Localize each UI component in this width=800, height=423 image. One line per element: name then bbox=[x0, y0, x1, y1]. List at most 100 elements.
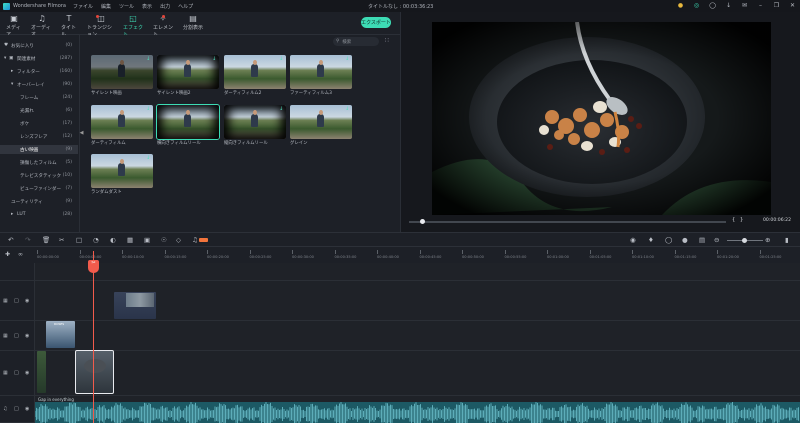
fit-icon[interactable]: ▣ bbox=[144, 236, 150, 244]
menu-tools[interactable]: ツール bbox=[119, 3, 134, 10]
tab-audio[interactable]: ♫ オーディオ bbox=[31, 14, 53, 38]
effect-thumb[interactable]: ↓ bbox=[157, 55, 219, 89]
new-badge-dot-2 bbox=[162, 15, 165, 18]
bulb-icon[interactable]: ● bbox=[677, 2, 684, 9]
delete-icon[interactable]: 🗑 bbox=[42, 236, 50, 244]
mute-icon[interactable]: ◉ bbox=[25, 406, 29, 412]
eye-icon[interactable]: ◉ bbox=[25, 298, 29, 304]
menu-file[interactable]: ファイル bbox=[73, 3, 93, 10]
motion-tracking-icon[interactable]: ☉ bbox=[161, 236, 167, 244]
mark-in-out-icon[interactable]: { } bbox=[732, 217, 743, 223]
sidebar-item-light-leak[interactable]: 光漏れ (6) bbox=[0, 106, 78, 115]
sidebar-item-tv-static[interactable]: テレビスタティック (10) bbox=[0, 171, 78, 180]
marker-icon[interactable]: ♦ bbox=[648, 236, 654, 244]
timeline-clip[interactable] bbox=[114, 292, 156, 319]
lock-icon[interactable]: □ bbox=[14, 298, 19, 304]
search-input[interactable]: ⚲ 検索 bbox=[333, 37, 379, 46]
mixer-icon[interactable]: ▤ bbox=[699, 236, 705, 244]
mail-icon[interactable]: ✉ bbox=[741, 2, 748, 9]
lock-icon[interactable]: □ bbox=[14, 406, 19, 412]
menu-view[interactable]: 表示 bbox=[142, 3, 152, 10]
ruler-tick-mark bbox=[674, 250, 676, 254]
minimize-icon[interactable]: – bbox=[757, 2, 764, 9]
sidebar-item-viewfinder[interactable]: ビューファインダー (7) bbox=[0, 184, 78, 193]
effect-thumb[interactable]: ↓ bbox=[290, 55, 352, 89]
sidebar-item-utility[interactable]: ユーティリティ (9) bbox=[0, 197, 78, 206]
lock-icon[interactable]: □ bbox=[14, 333, 19, 339]
redo-icon[interactable]: ↷ bbox=[25, 236, 30, 244]
effect-thumb[interactable]: ↓ bbox=[224, 105, 286, 139]
ruler-tick-label: 00:00:40:00 bbox=[377, 255, 399, 259]
sidebar-item-bokeh[interactable]: ボケ (17) bbox=[0, 119, 78, 128]
cut-icon[interactable]: ✂ bbox=[59, 236, 64, 244]
music-icon: ♫ bbox=[38, 14, 46, 23]
sidebar-item-lut[interactable]: ▸ LUT (28) bbox=[0, 210, 78, 219]
export-button[interactable]: エクスポート bbox=[361, 17, 391, 28]
effect-thumb[interactable]: ↓ bbox=[91, 105, 153, 139]
tab-split-label: 分割表示 bbox=[182, 25, 203, 31]
sidebar-item-old-movie[interactable]: 古い映画 (9) bbox=[0, 145, 78, 154]
sidebar-item-filters[interactable]: ▸ フィルター (160) bbox=[0, 67, 78, 76]
sidebar-item-damaged-film[interactable]: 損傷したフィルム (5) bbox=[0, 158, 78, 167]
shield-icon[interactable]: ◯ bbox=[665, 236, 672, 244]
download-icon: ↓ bbox=[279, 56, 284, 62]
color-icon[interactable]: ◐ bbox=[110, 236, 116, 244]
effect-thumb[interactable]: ↓ bbox=[91, 55, 153, 89]
panel-toggle-icon[interactable]: ▮ bbox=[785, 236, 789, 244]
effect-thumb[interactable]: ↓ bbox=[91, 154, 153, 188]
sidebar-item-frame[interactable]: フレーム (24) bbox=[0, 93, 78, 102]
restore-icon[interactable]: ❐ bbox=[773, 2, 780, 9]
account-icon[interactable]: ◯ bbox=[709, 2, 716, 9]
audio-waveform[interactable] bbox=[35, 402, 800, 423]
undo-icon[interactable]: ↶ bbox=[8, 236, 13, 244]
stabilize-icon[interactable]: ▦ bbox=[127, 236, 133, 244]
render-icon[interactable]: ◉ bbox=[630, 236, 636, 244]
link-icon[interactable]: ∞ bbox=[18, 251, 23, 258]
crop-icon[interactable]: □ bbox=[76, 236, 82, 244]
playhead-line[interactable] bbox=[93, 251, 94, 423]
eye-icon[interactable]: ◉ bbox=[25, 333, 29, 339]
tab-transition[interactable]: ◫ トランジション bbox=[87, 14, 115, 38]
scrubber-handle[interactable] bbox=[419, 219, 425, 224]
zoom-handle[interactable] bbox=[742, 238, 747, 243]
sidebar-item-related[interactable]: ▾ ▣ 関連素材 (287) bbox=[0, 54, 78, 63]
download-icon[interactable]: ↓ bbox=[725, 2, 732, 9]
menu-edit[interactable]: 編集 bbox=[101, 3, 111, 10]
tab-media[interactable]: ▣ メディア bbox=[6, 14, 22, 38]
tab-elements[interactable]: ✧ エレメント bbox=[153, 14, 173, 38]
mic-icon[interactable]: ● bbox=[682, 236, 688, 244]
tab-split-screen[interactable]: ▤ 分割表示 bbox=[182, 14, 204, 34]
effect-thumb[interactable]: ↓ bbox=[290, 105, 352, 139]
timeline-ruler[interactable]: 00:00:00:00 00:00:05:00 00:00:10:00 00:00:1… bbox=[35, 247, 800, 263]
preview-video[interactable] bbox=[432, 22, 771, 215]
tab-title[interactable]: T タイトル bbox=[61, 14, 77, 38]
sidebar-item-lens-flare[interactable]: レンズフレア (12) bbox=[0, 132, 78, 141]
add-track-icon[interactable]: ✚ bbox=[5, 251, 10, 258]
grid-view-icon[interactable]: ∷ bbox=[385, 37, 393, 45]
sidebar-item-overlay[interactable]: ▾ オーバーレイ (90) bbox=[0, 80, 78, 89]
headset-icon[interactable]: ◎ bbox=[693, 2, 700, 9]
keyframe-icon[interactable]: ◇ bbox=[176, 236, 181, 244]
menu-help[interactable]: ヘルプ bbox=[178, 3, 193, 10]
ruler-tick-mark bbox=[292, 250, 293, 254]
effect-thumb[interactable]: ↓ bbox=[224, 55, 286, 89]
zoom-out-icon[interactable]: ⊖ bbox=[714, 236, 719, 244]
effect-label: グレイン bbox=[290, 141, 308, 146]
ruler-tick-label: 00:00:15:00 bbox=[164, 255, 187, 259]
tab-effects[interactable]: ◱ エフェクト bbox=[123, 14, 143, 38]
zoom-in-icon[interactable]: ⊕ bbox=[765, 236, 770, 244]
sidebar-item-favorites[interactable]: ♥ お気に入り (0) bbox=[0, 41, 78, 50]
preview-scrubber[interactable] bbox=[409, 221, 726, 223]
ruler-tick-label: 00:01:05:00 bbox=[589, 255, 612, 259]
audio-ducking-icon[interactable]: ♫ bbox=[192, 236, 208, 244]
lock-icon[interactable]: □ bbox=[14, 370, 19, 376]
eye-icon[interactable]: ◉ bbox=[25, 370, 29, 376]
timeline-clip[interactable] bbox=[37, 351, 46, 393]
close-icon[interactable]: ✕ bbox=[789, 2, 796, 9]
effect-thumb-selected[interactable] bbox=[156, 104, 220, 140]
menu-export[interactable]: 出力 bbox=[160, 3, 170, 10]
timeline-clip[interactable]: ROSES bbox=[46, 321, 75, 348]
playhead-handle[interactable]: ✂ bbox=[88, 260, 99, 273]
timeline-clip-selected[interactable] bbox=[75, 350, 114, 394]
speed-icon[interactable]: ◔ bbox=[93, 236, 99, 244]
